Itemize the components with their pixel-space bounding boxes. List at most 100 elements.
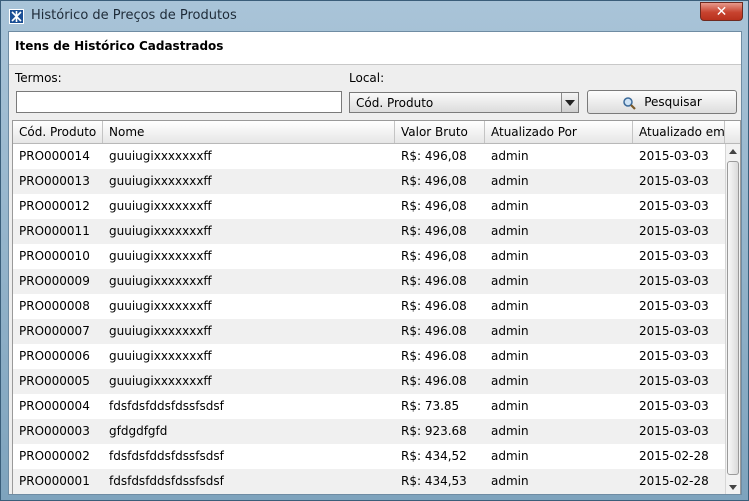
- col-valor-bruto-cell: R$: 496,08: [401, 149, 467, 163]
- col-cod-produto-cell: PRO000014: [19, 149, 90, 163]
- col-nome-cell: fdsfdsfddsfdssfsdsf: [109, 449, 224, 463]
- col-valor-bruto-cell: R$: 496.08: [401, 299, 467, 313]
- col-valor-bruto-cell: R$: 434,52: [401, 449, 467, 463]
- col-atualizado-por-cell: admin: [491, 224, 529, 238]
- client-area: Itens de Histórico Cadastrados Termos: L…: [8, 31, 742, 495]
- col-atualizado-por-cell: admin: [491, 149, 529, 163]
- col-atualizado-por-cell: admin: [491, 424, 529, 438]
- col-valor-bruto-cell: R$: 923.68: [401, 424, 467, 438]
- col-nome-cell: fdsfdsfddsfdssfsdsf: [109, 474, 224, 488]
- col-atualizado-por-cell: admin: [491, 399, 529, 413]
- col-cod-produto-cell: PRO000003: [19, 424, 90, 438]
- vertical-scrollbar[interactable]: [725, 144, 740, 494]
- table-row[interactable]: PRO000010 guuiugixxxxxxxff R$: 496,08 admin…: [13, 244, 725, 269]
- col-atualizado-por-cell: admin: [491, 449, 529, 463]
- col-valor-bruto-cell: R$: 496,08: [401, 224, 467, 238]
- col-nome-header[interactable]: Nome: [103, 121, 395, 143]
- scroll-up-icon[interactable]: [726, 144, 740, 160]
- scroll-down-icon[interactable]: [726, 479, 740, 494]
- termos-input[interactable]: [16, 91, 342, 113]
- col-nome-cell: guuiugixxxxxxxff: [109, 149, 212, 163]
- col-atualizado-em-cell: 2015-03-03: [639, 299, 709, 313]
- col-atualizado-em-cell: 2015-02-28: [639, 449, 709, 463]
- col-valor-bruto-cell: R$: 496.08: [401, 374, 467, 388]
- table-row[interactable]: PRO000002 fdsfdsfddsfdssfsdsf R$: 434,52 ad…: [13, 444, 725, 469]
- col-cod-produto-cell: PRO000005: [19, 374, 90, 388]
- col-atualizado-por-cell: admin: [491, 474, 529, 488]
- local-selected-value: Cód. Produto: [356, 96, 434, 110]
- window-title: Histórico de Preços de Produtos: [31, 8, 237, 23]
- col-nome-cell: guuiugixxxxxxxff: [109, 374, 212, 388]
- col-cod-produto-cell: PRO000012: [19, 199, 90, 213]
- col-atualizado-por-cell: admin: [491, 199, 529, 213]
- col-atualizado-por-header[interactable]: Atualizado Por: [485, 121, 633, 143]
- col-cod-produto-cell: PRO000011: [19, 224, 90, 238]
- table-row[interactable]: PRO000014 guuiugixxxxxxxff R$: 496,08 admin…: [13, 144, 725, 169]
- col-atualizado-em-cell: 2015-03-03: [639, 199, 709, 213]
- table-row[interactable]: PRO000004 fdsfdsfddsfdssfsdsf R$: 73.85 adm…: [13, 394, 725, 419]
- magnifier-icon: [622, 96, 638, 110]
- col-valor-bruto-header[interactable]: Valor Bruto: [395, 121, 485, 143]
- header-panel: Itens de Histórico Cadastrados: [9, 32, 741, 65]
- col-atualizado-por-cell: admin: [491, 349, 529, 363]
- col-atualizado-em-cell: 2015-03-03: [639, 249, 709, 263]
- scroll-thumb[interactable]: [727, 161, 739, 475]
- col-nome-cell: guuiugixxxxxxxff: [109, 324, 212, 338]
- local-select[interactable]: Cód. Produto: [349, 92, 579, 113]
- page-title: Itens de Histórico Cadastrados: [15, 39, 224, 53]
- search-button-label: Pesquisar: [644, 95, 702, 109]
- col-valor-bruto-cell: R$: 496,08: [401, 249, 467, 263]
- col-valor-bruto-cell: R$: 496,08: [401, 199, 467, 213]
- col-atualizado-por-cell: admin: [491, 374, 529, 388]
- table-row[interactable]: PRO000005 guuiugixxxxxxxff R$: 496.08 admin…: [13, 369, 725, 394]
- table-row[interactable]: PRO000013 guuiugixxxxxxxff R$: 496,08 admin…: [13, 169, 725, 194]
- col-atualizado-em-cell: 2015-03-03: [639, 349, 709, 363]
- table-row[interactable]: PRO000003 gfdgdfgfd R$: 923.68 admin 2015-03…: [13, 419, 725, 444]
- col-cod-produto-cell: PRO000008: [19, 299, 90, 313]
- close-button[interactable]: ✕: [700, 2, 743, 21]
- col-atualizado-em-cell: 2015-03-03: [639, 224, 709, 238]
- col-atualizado-em-cell: 2015-03-03: [639, 324, 709, 338]
- table-header: Cód. Produto Nome Valor Bruto Atualizado Po…: [13, 121, 740, 144]
- close-icon: ✕: [715, 4, 728, 20]
- col-cod-produto-cell: PRO000007: [19, 324, 90, 338]
- history-table[interactable]: Cód. Produto Nome Valor Bruto Atualizado Po…: [12, 120, 741, 494]
- col-atualizado-por-cell: admin: [491, 299, 529, 313]
- col-atualizado-em-header[interactable]: Atualizado em: [633, 121, 725, 143]
- col-valor-bruto-cell: R$: 73.85: [401, 399, 460, 413]
- col-nome-cell: guuiugixxxxxxxff: [109, 249, 212, 263]
- col-atualizado-em-cell: 2015-03-03: [639, 149, 709, 163]
- col-cod-produto-cell: PRO000004: [19, 399, 90, 413]
- col-nome-cell: gfdgdfgfd: [109, 424, 168, 438]
- table-row[interactable]: PRO000011 guuiugixxxxxxxff R$: 496,08 admin…: [13, 219, 725, 244]
- col-valor-bruto-cell: R$: 496.08: [401, 274, 467, 288]
- window: Histórico de Preços de Produtos ✕ Itens …: [0, 0, 749, 501]
- table-row[interactable]: PRO000001 fdsfdsfddsfdssfsdsf R$: 434,53 ad…: [13, 469, 725, 494]
- col-nome-cell: guuiugixxxxxxxff: [109, 224, 212, 238]
- chevron-down-icon[interactable]: [561, 93, 578, 112]
- col-cod-produto-header[interactable]: Cód. Produto: [13, 121, 103, 143]
- table-row[interactable]: PRO000009 guuiugixxxxxxxff R$: 496.08 admin…: [13, 269, 725, 294]
- table-row[interactable]: PRO000008 guuiugixxxxxxxff R$: 496.08 admin…: [13, 294, 725, 319]
- col-cod-produto-cell: PRO000013: [19, 174, 90, 188]
- col-nome-cell: guuiugixxxxxxxff: [109, 299, 212, 313]
- col-valor-bruto-cell: R$: 496,08: [401, 174, 467, 188]
- local-label: Local:: [349, 71, 385, 85]
- search-button[interactable]: Pesquisar: [587, 90, 737, 114]
- termos-label: Termos:: [15, 71, 62, 85]
- col-cod-produto-cell: PRO000006: [19, 349, 90, 363]
- title-bar[interactable]: Histórico de Preços de Produtos ✕: [1, 1, 748, 31]
- table-row[interactable]: PRO000006 guuiugixxxxxxxff R$: 496.08 admin…: [13, 344, 725, 369]
- col-cod-produto-cell: PRO000001: [19, 474, 90, 488]
- table-row[interactable]: PRO000012 guuiugixxxxxxxff R$: 496,08 admin…: [13, 194, 725, 219]
- col-cod-produto-cell: PRO000009: [19, 274, 90, 288]
- col-cod-produto-cell: PRO000010: [19, 249, 90, 263]
- col-atualizado-em-cell: 2015-03-03: [639, 274, 709, 288]
- col-atualizado-em-cell: 2015-03-03: [639, 424, 709, 438]
- col-nome-cell: fdsfdsfddsfdssfsdsf: [109, 399, 224, 413]
- col-cod-produto-cell: PRO000002: [19, 449, 90, 463]
- col-atualizado-em-cell: 2015-03-03: [639, 374, 709, 388]
- app-logo-icon: [9, 9, 24, 24]
- table-row[interactable]: PRO000007 guuiugixxxxxxxff R$: 496.08 admin…: [13, 319, 725, 344]
- col-atualizado-por-cell: admin: [491, 274, 529, 288]
